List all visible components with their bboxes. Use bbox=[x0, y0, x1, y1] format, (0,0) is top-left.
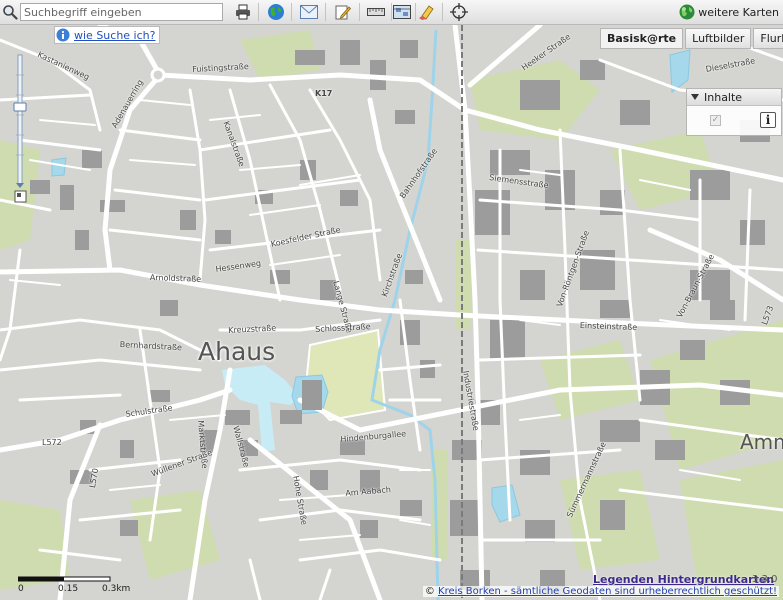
scale-bar: 0 0.15 0.3km bbox=[17, 574, 130, 594]
zoom-slider-track bbox=[17, 54, 23, 186]
legend-link[interactable]: Legenden Hintergrundkarten bbox=[593, 573, 774, 586]
map-icon[interactable] bbox=[391, 2, 413, 22]
roundabout bbox=[150, 67, 166, 83]
zoom-slider-handle bbox=[13, 102, 27, 112]
search-icon[interactable] bbox=[2, 4, 18, 20]
more-maps-button[interactable]: weitere Karten bbox=[679, 3, 779, 21]
chevron-down-icon bbox=[16, 183, 24, 188]
castle-building bbox=[302, 380, 322, 410]
layer-checkbox[interactable]: ✓ bbox=[710, 115, 721, 126]
base-layer-tabs: Basisk@rte Luftbilder Flurkarte bbox=[600, 28, 783, 49]
tab-luftbilder[interactable]: Luftbilder bbox=[685, 28, 752, 49]
map-canvas[interactable] bbox=[0, 25, 783, 600]
info-icon bbox=[56, 28, 70, 42]
content-panel: Inhalte ✓ i bbox=[686, 88, 782, 136]
version-label: 3.3.0 bbox=[752, 574, 778, 585]
print-icon[interactable] bbox=[232, 2, 254, 22]
globe-icon[interactable] bbox=[265, 2, 287, 22]
info-icon[interactable]: i bbox=[760, 112, 776, 128]
toolbar: weitere Karten bbox=[0, 0, 783, 25]
copyright-notice: © Kreis Borken - sämtliche Geodaten sind… bbox=[422, 586, 779, 597]
copyright-symbol: © bbox=[424, 586, 435, 597]
copyright-link[interactable]: Kreis Borken - sämtliche Geodaten sind u… bbox=[438, 586, 777, 597]
scale-label: 0.15 bbox=[58, 584, 79, 594]
mail-icon[interactable] bbox=[298, 2, 320, 22]
scale-label: 0 bbox=[18, 584, 24, 594]
search-help-link[interactable]: wie Suche ich? bbox=[74, 29, 155, 42]
globe-icon bbox=[679, 4, 695, 20]
search-input[interactable] bbox=[20, 3, 223, 21]
scale-bar-graphic bbox=[17, 576, 111, 582]
search-help-tip[interactable]: wie Suche ich? bbox=[54, 26, 161, 44]
scale-label: 0.3km bbox=[102, 584, 131, 594]
zoom-control[interactable] bbox=[12, 45, 28, 205]
edit-icon[interactable] bbox=[332, 2, 354, 22]
eraser-icon[interactable] bbox=[415, 2, 437, 22]
more-maps-label: weitere Karten bbox=[698, 5, 779, 19]
content-panel-title: Inhalte bbox=[704, 90, 743, 104]
content-panel-header[interactable]: Inhalte bbox=[687, 89, 781, 106]
tab-basiskarte[interactable]: Basisk@rte bbox=[600, 28, 684, 49]
measure-icon[interactable] bbox=[365, 2, 387, 22]
crosshair-icon[interactable] bbox=[448, 2, 470, 22]
triangle-down-icon bbox=[691, 94, 699, 100]
tab-flurkarte[interactable]: Flurkarte bbox=[753, 28, 783, 49]
